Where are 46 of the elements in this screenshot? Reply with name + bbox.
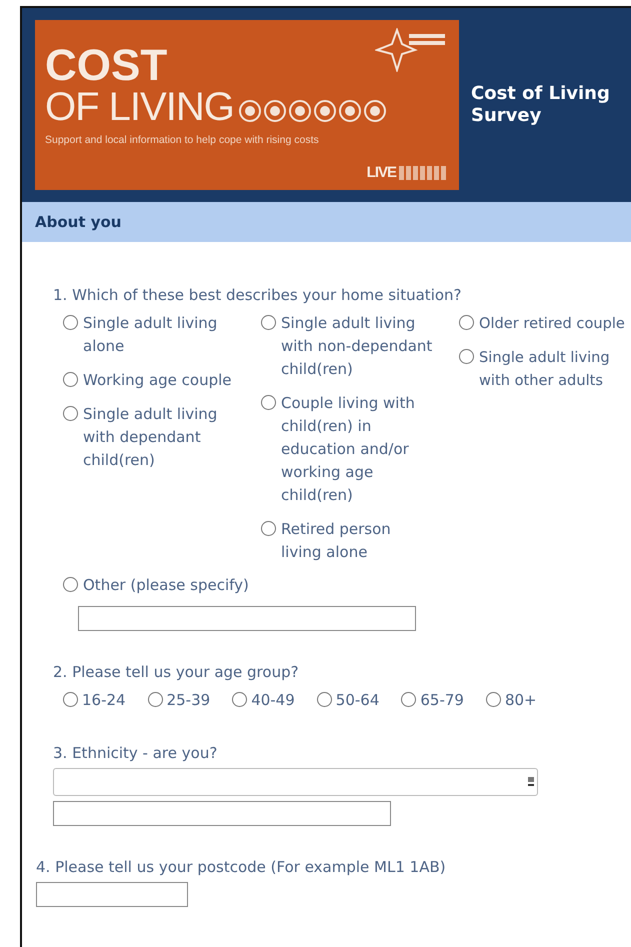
section-title: About you: [35, 213, 122, 231]
dropdown-handle-icon: [528, 777, 534, 787]
option-label: Older retired couple: [479, 314, 626, 334]
radio-button[interactable]: [63, 692, 78, 707]
option-label: Other (please specify): [83, 575, 249, 596]
star-logo-icon: [375, 28, 447, 72]
radio-button[interactable]: [459, 349, 474, 364]
radio-button[interactable]: [459, 315, 474, 330]
input-field[interactable]: [36, 882, 188, 907]
input-field[interactable]: [78, 606, 416, 631]
radio-button[interactable]: [486, 692, 501, 707]
radio-button[interactable]: [261, 395, 276, 410]
option-label: 50-64: [336, 690, 380, 711]
banner-title: OF LIVING: [45, 86, 234, 128]
radio-button[interactable]: [261, 521, 276, 536]
banner-label: LIVE: [366, 164, 396, 181]
option-label: Single adult living with dependant child(ren): [83, 404, 218, 471]
option-label: 40-49: [251, 690, 295, 711]
option-label: Working age couple: [83, 370, 233, 391]
option-label: 80+: [504, 690, 537, 711]
banner-tagline: Support and local information to help cope with rising costs: [45, 134, 320, 146]
option-label: 65-79: [420, 690, 464, 711]
survey-title: Cost of Living Survey: [471, 83, 611, 127]
option-label: Single adult living with non-dependant child(ren): [281, 313, 433, 380]
option-label: Single adult living alone: [83, 313, 218, 357]
radio-button[interactable]: [63, 372, 78, 387]
banner-title: COST: [45, 46, 168, 86]
option-label: Retired person living alone: [281, 519, 392, 563]
input-field[interactable]: [53, 801, 391, 826]
radio-button[interactable]: [63, 577, 78, 592]
question-label: 4. Please tell us your postcode (For example ML1 1AB): [36, 857, 447, 878]
radio-button[interactable]: [63, 315, 78, 330]
radio-button[interactable]: [401, 692, 416, 707]
option-label: 16-24: [82, 690, 126, 711]
radio-button[interactable]: [148, 692, 163, 707]
radio-button[interactable]: [316, 692, 332, 707]
radio-button[interactable]: [261, 315, 276, 330]
radio-button[interactable]: [63, 406, 78, 421]
radio-button[interactable]: [232, 692, 248, 707]
option-label: Couple living with child(ren) in education and/or working age child(ren): [281, 393, 416, 506]
stripe-icon: [399, 166, 447, 180]
option-label: Single adult living with other adults: [479, 348, 611, 391]
option-label: 25-39: [166, 690, 210, 711]
question-label: 2. Please tell us your age group?: [53, 662, 300, 683]
question-label: 1. Which of these best describes your home situation?: [53, 285, 463, 306]
question-label: 3. Ethnicity - are you?: [53, 743, 218, 764]
